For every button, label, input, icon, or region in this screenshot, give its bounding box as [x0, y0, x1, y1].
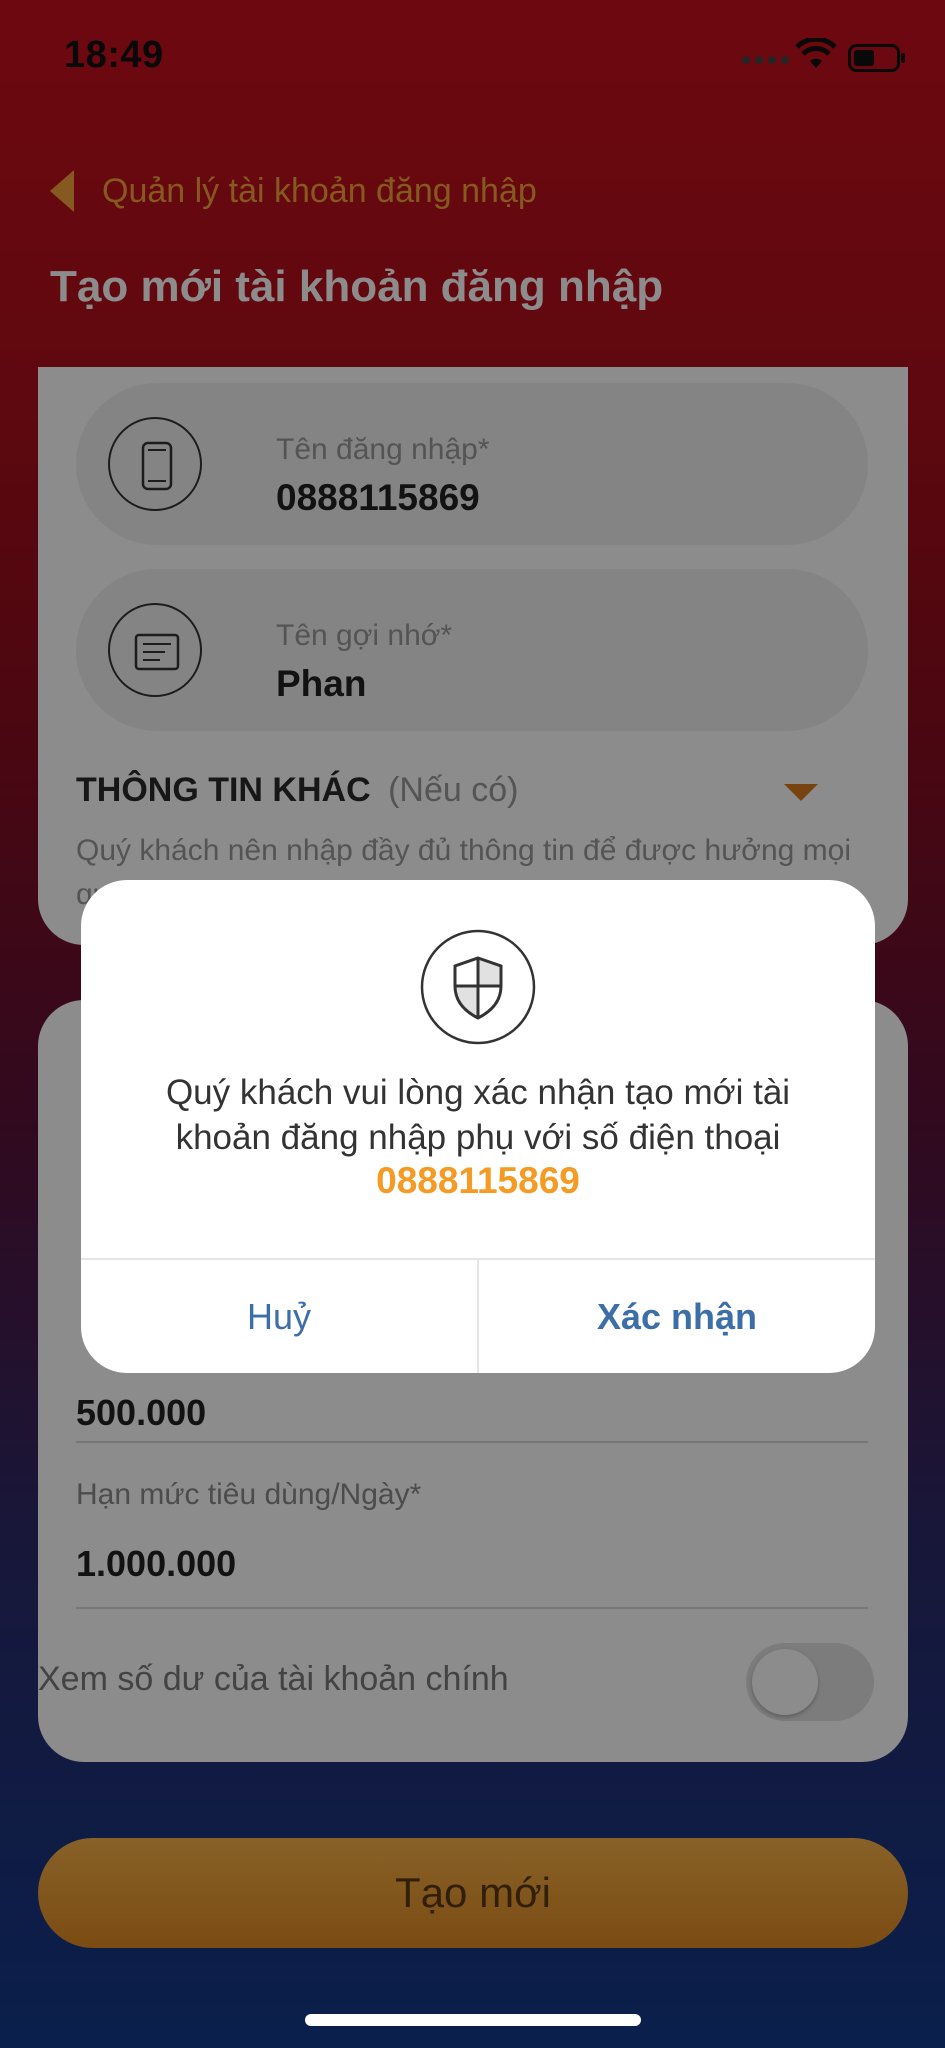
dialog-message: Quý khách vui lòng xác nhận tạo mới tài … [165, 1073, 791, 1157]
confirm-dialog: Quý khách vui lòng xác nhận tạo mới tài … [81, 880, 875, 1373]
cancel-button[interactable]: Huỷ [81, 1260, 477, 1373]
shield-icon [420, 929, 536, 1045]
confirm-button[interactable]: Xác nhận [479, 1260, 875, 1373]
dialog-phone-number: 0888115869 [376, 1160, 580, 1201]
home-indicator[interactable] [305, 2014, 641, 2026]
